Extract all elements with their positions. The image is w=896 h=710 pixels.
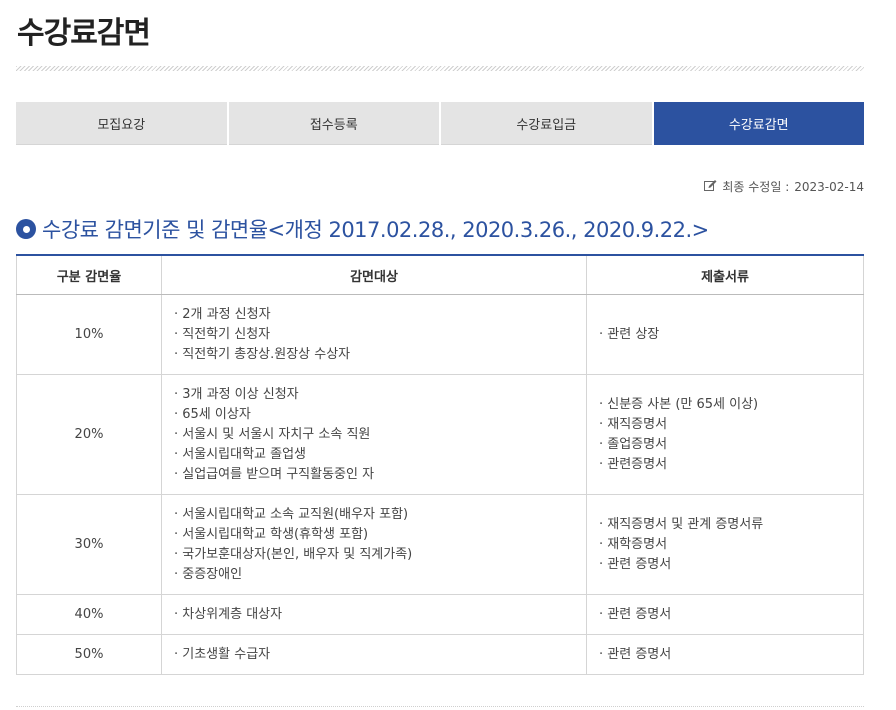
table-row: 10% 2개 과정 신청자 직전학기 신청자 직전학기 총장상.원장상 수상자 … [16, 294, 864, 375]
table-row: 50% 기초생활 수급자 관련 증명서 [16, 634, 864, 675]
bottom-divider [16, 706, 864, 707]
document-item: 신분증 사본 (만 65세 이상) [599, 395, 851, 415]
target-cell: 3개 과정 이상 신청자 65세 이상자 서울시 및 서울시 자치구 소속 직원… [161, 374, 587, 495]
header-target: 감면대상 [161, 254, 587, 295]
table-header-row: 구분 감면율 감면대상 제출서류 [16, 254, 864, 295]
section-title: 수강료 감면기준 및 감면율<개정 2017.02.28., 2020.3.26… [42, 218, 709, 242]
tab-registration[interactable]: 접수등록 [228, 102, 439, 145]
target-item: 기초생활 수급자 [174, 645, 574, 665]
documents-cell: 관련 상장 [586, 294, 864, 375]
rate-cell: 50% [16, 634, 162, 675]
rate-cell: 40% [16, 594, 162, 635]
header-documents: 제출서류 [586, 254, 864, 295]
target-cell: 차상위계층 대상자 [161, 594, 587, 635]
page-title: 수강료감면 [17, 16, 151, 51]
last-updated-date: 2023-02-14 [794, 179, 864, 194]
target-item: 직전학기 신청자 [174, 325, 574, 345]
target-item: 2개 과정 신청자 [174, 305, 574, 325]
tab-bar: 모집요강 접수등록 수강료입금 수강료감면 [16, 102, 864, 145]
target-item: 서울시립대학교 졸업생 [174, 445, 574, 465]
page: 수강료감면 모집요강 접수등록 수강료입금 수강료감면 최종 수정일 : 202… [0, 0, 896, 710]
target-item: 국가보훈대상자(본인, 배우자 및 직계가족) [174, 545, 574, 565]
last-updated-label: 최종 수정일 : [722, 180, 790, 194]
rate-cell: 30% [16, 494, 162, 595]
documents-cell: 관련 증명서 [586, 634, 864, 675]
header-rate: 구분 감면율 [16, 254, 162, 295]
document-item: 재직증명서 [599, 415, 851, 435]
target-item: 서울시립대학교 소속 교직원(배우자 포함) [174, 505, 574, 525]
target-item: 차상위계층 대상자 [174, 605, 574, 625]
target-item: 3개 과정 이상 신청자 [174, 385, 574, 405]
target-item: 서울시립대학교 학생(휴학생 포함) [174, 525, 574, 545]
target-item: 65세 이상자 [174, 405, 574, 425]
tab-tuition-payment[interactable]: 수강료입금 [441, 102, 652, 145]
target-cell: 기초생활 수급자 [161, 634, 587, 675]
documents-cell: 신분증 사본 (만 65세 이상) 재직증명서 졸업증명서 관련증명서 [586, 374, 864, 495]
circle-bullet-icon [16, 219, 36, 239]
section-heading: 수강료 감면기준 및 감면율<개정 2017.02.28., 2020.3.26… [16, 214, 709, 244]
edit-icon [704, 179, 717, 194]
title-divider [16, 66, 864, 71]
document-item: 관련 증명서 [599, 555, 851, 575]
document-item: 관련 증명서 [599, 645, 851, 665]
document-item: 관련증명서 [599, 455, 851, 475]
document-item: 관련 증명서 [599, 605, 851, 625]
rate-cell: 20% [16, 374, 162, 495]
target-item: 서울시 및 서울시 자치구 소속 직원 [174, 425, 574, 445]
table-row: 20% 3개 과정 이상 신청자 65세 이상자 서울시 및 서울시 자치구 소… [16, 374, 864, 495]
document-item: 재학증명서 [599, 535, 851, 555]
document-item: 재직증명서 및 관계 증명서류 [599, 515, 851, 535]
rate-cell: 10% [16, 294, 162, 375]
table-row: 40% 차상위계층 대상자 관련 증명서 [16, 594, 864, 635]
document-item: 관련 상장 [599, 325, 851, 345]
discount-table: 구분 감면율 감면대상 제출서류 10% 2개 과정 신청자 직전학기 신청자 … [16, 254, 864, 675]
target-cell: 2개 과정 신청자 직전학기 신청자 직전학기 총장상.원장상 수상자 [161, 294, 587, 375]
last-updated: 최종 수정일 : 2023-02-14 [704, 178, 864, 195]
target-item: 중증장애인 [174, 565, 574, 585]
table-row: 30% 서울시립대학교 소속 교직원(배우자 포함) 서울시립대학교 학생(휴학… [16, 494, 864, 595]
documents-cell: 관련 증명서 [586, 594, 864, 635]
target-item: 직전학기 총장상.원장상 수상자 [174, 345, 574, 365]
tab-tuition-discount[interactable]: 수강료감면 [653, 102, 864, 145]
documents-cell: 재직증명서 및 관계 증명서류 재학증명서 관련 증명서 [586, 494, 864, 595]
target-item: 실업급여를 받으며 구직활동중인 자 [174, 465, 574, 485]
document-item: 졸업증명서 [599, 435, 851, 455]
tab-recruitment[interactable]: 모집요강 [16, 102, 227, 145]
target-cell: 서울시립대학교 소속 교직원(배우자 포함) 서울시립대학교 학생(휴학생 포함… [161, 494, 587, 595]
